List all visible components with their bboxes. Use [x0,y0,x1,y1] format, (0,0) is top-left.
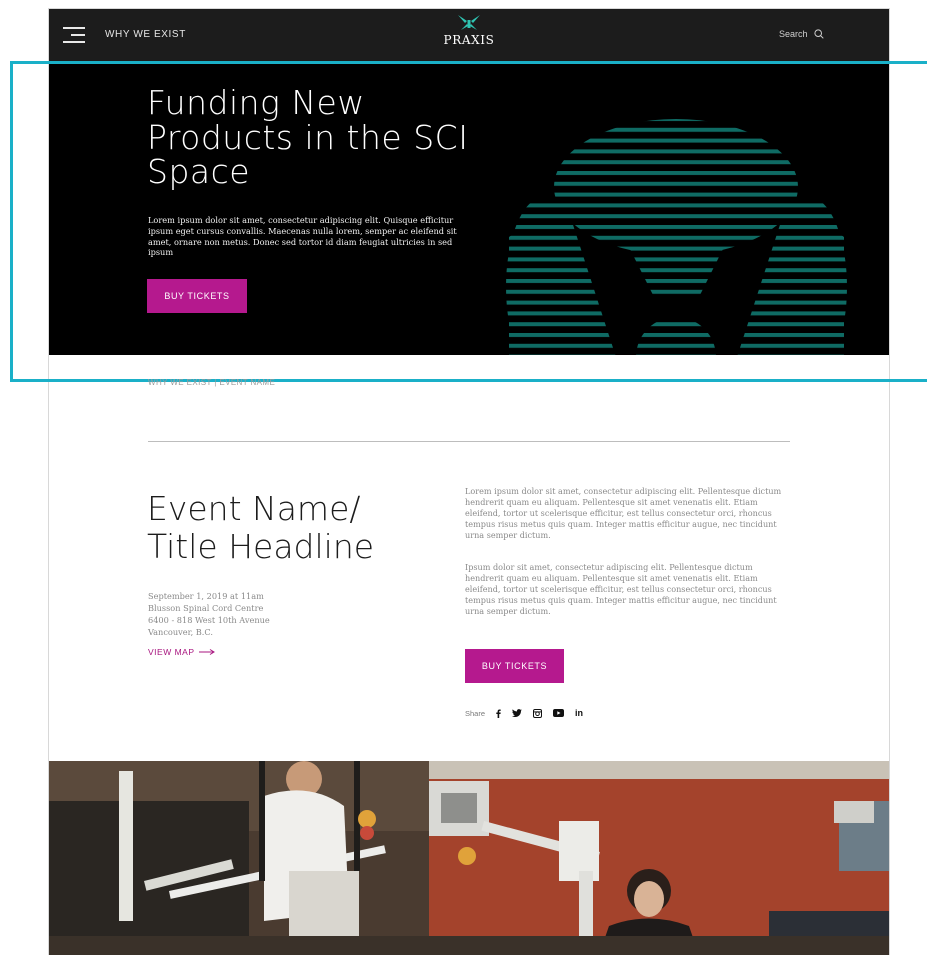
breadcrumb[interactable]: WHY WE EXIST | EVENT NAME [148,378,275,387]
event-title: Event Name/ Title Headline [147,490,437,565]
nav-link-why-we-exist[interactable]: WHY WE EXIST [105,29,186,40]
event-description-paragraph-1: Lorem ipsum dolor sit amet, consectetur … [465,486,782,540]
event-buy-tickets-button[interactable]: BUY TICKETS [465,649,564,683]
logo-text: PRAXIS [443,33,495,47]
event-date: September 1, 2019 at 11am [148,591,264,601]
linkedin-icon[interactable]: in [575,708,583,718]
event-city: Vancouver, B.C. [148,626,213,637]
youtube-icon[interactable] [553,709,565,717]
logo[interactable]: PRAXIS [439,14,499,47]
hamburger-icon[interactable] [63,27,85,45]
search-label: Search [779,29,808,39]
share-bar: Share in [465,708,583,718]
hero-buy-tickets-button[interactable]: BUY TICKETS [147,279,247,313]
view-map-label: VIEW MAP [148,647,195,657]
event-description-paragraph-2: Ipsum dolor sit amet, consectetur adipis… [465,562,777,616]
search-icon [813,29,824,39]
hero-striped-graphic [506,119,847,355]
event-title-line1: Event Name/ [147,489,361,528]
event-title-line2: Title Headline [147,526,375,566]
share-label: Share [465,708,486,718]
event-photo [49,761,889,955]
facebook-icon[interactable] [496,709,501,718]
twitter-icon[interactable] [512,709,523,717]
hero-body-text: Lorem ipsum dolor sit amet, consectetur … [148,215,457,258]
view-map-link[interactable]: VIEW MAP [148,647,215,657]
event-meta: September 1, 2019 at 11am Blusson Spinal… [148,591,270,639]
divider [148,441,790,442]
arrow-right-icon [198,649,215,655]
hero-title: Funding New Products in the SCI Space [147,83,469,192]
event-photo-illustration [49,761,889,955]
event-address: 6400 - 818 West 10th Avenue [148,614,270,625]
instagram-icon[interactable] [533,708,543,718]
event-venue: Blusson Spinal Cord Centre [148,602,264,613]
search[interactable]: Search [779,29,824,39]
top-navigation: WHY WE EXIST PRAXIS Search [49,9,889,62]
praxis-logo-icon [458,15,480,30]
hero-banner: Funding New Products in the SCI Space Lo… [49,62,889,355]
